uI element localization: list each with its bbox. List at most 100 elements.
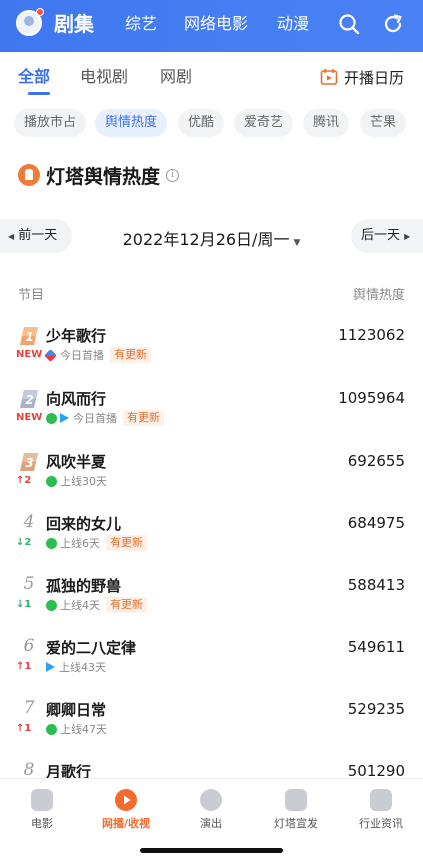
iqiyi-icon	[46, 412, 57, 424]
program-meta: 今日首播 有更新	[46, 410, 164, 426]
bottom-tab-movie[interactable]: 电影	[7, 789, 77, 831]
trend-indicator: NEW	[16, 412, 43, 423]
bottom-tab-label: 电影	[31, 817, 53, 830]
play-triangle-icon	[124, 795, 131, 805]
rank-number: 8	[23, 760, 35, 780]
bottom-tab-performance[interactable]: 演出	[176, 789, 246, 831]
rank-number: 7	[23, 698, 35, 718]
updated-badge: 有更新	[123, 410, 164, 426]
updated-badge: 有更新	[106, 535, 147, 551]
air-status: 上线47天	[60, 723, 107, 736]
trend-indicator: ↑2	[16, 475, 32, 486]
air-status: 上线43天	[59, 661, 106, 674]
air-status: 今日首播	[73, 412, 117, 425]
caret-right-icon: ▶	[404, 232, 411, 241]
program-meta: 上线4天 有更新	[46, 597, 147, 613]
chevron-down-icon: ▼	[293, 238, 301, 248]
chip-mango[interactable]: 芒果	[360, 109, 407, 137]
updated-badge: 有更新	[106, 597, 147, 613]
table-row[interactable]: 4 ↓2 回来的女儿 上线6天 有更新 684975	[0, 512, 423, 576]
air-status: 上线30天	[60, 475, 107, 488]
microphone-icon	[200, 789, 222, 811]
chip-youku[interactable]: 优酷	[178, 109, 225, 137]
heat-value: 1095964	[338, 389, 405, 407]
rank-badge-bronze-icon: 3	[20, 453, 38, 471]
heat-value: 549611	[347, 638, 405, 656]
rank-badge-number: 1	[25, 330, 33, 344]
iqiyi-icon	[46, 723, 57, 735]
program-title: 回来的女儿	[46, 515, 122, 533]
rank-number: 4	[23, 512, 35, 532]
heat-value: 684975	[347, 514, 405, 532]
top-nav-bar: 剧集 综艺 网络电影 动漫	[0, 0, 423, 52]
active-tab-indicator	[28, 92, 50, 95]
play-icon	[115, 789, 137, 811]
bottom-tab-industry-news[interactable]: 行业资讯	[346, 789, 416, 831]
nav-tab-drama[interactable]: 剧集	[54, 10, 94, 38]
trend-indicator: NEW	[16, 349, 43, 360]
chip-iqiyi[interactable]: 爱奇艺	[234, 109, 294, 137]
news-icon	[370, 789, 392, 811]
info-icon[interactable]: i	[166, 168, 180, 182]
tencent-video-icon	[60, 413, 69, 423]
search-icon[interactable]	[337, 12, 361, 36]
table-row[interactable]: 7 ↑1 卿卿日常 上线47天 529235	[0, 698, 423, 762]
youku-icon	[44, 348, 57, 362]
program-title: 风吹半夏	[46, 453, 107, 471]
table-row[interactable]: 6 ↑1 爱的二八定律 上线43天 549611	[0, 636, 423, 700]
tab-tv-drama[interactable]: 电视剧	[80, 66, 128, 88]
release-calendar-button[interactable]: 开播日历	[320, 64, 404, 90]
table-row[interactable]: 3 ↑2 风吹半夏 上线30天 692655	[0, 452, 423, 514]
bottom-tab-label: 演出	[200, 817, 222, 830]
chip-tencent[interactable]: 腾讯	[303, 109, 350, 137]
air-status: 上线6天	[60, 537, 100, 550]
heat-value: 692655	[347, 452, 405, 470]
date-label: 2022年12月26日/周一	[122, 230, 290, 249]
program-meta: 今日首播 有更新	[44, 347, 151, 363]
column-header-program: 节目	[18, 288, 45, 303]
table-row[interactable]: 1 NEW 少年歌行 今日首播 有更新 1123062	[0, 326, 423, 388]
rank-badge-gold-icon: 1	[20, 327, 38, 345]
program-title: 孤独的野兽	[46, 577, 122, 595]
program-title: 卿卿日常	[46, 701, 107, 719]
rank-number: 5	[23, 574, 35, 594]
iqiyi-icon	[46, 537, 57, 549]
heat-value: 529235	[347, 700, 405, 718]
rank-badge-number: 2	[25, 393, 33, 407]
next-day-button[interactable]: 后一天 ▶	[351, 219, 423, 253]
heat-value: 588413	[347, 576, 405, 594]
calendar-icon	[320, 69, 338, 85]
section-header: 灯塔舆情热度 i	[18, 162, 180, 188]
air-status: 今日首播	[60, 349, 104, 362]
table-row[interactable]: 2 NEW 向风而行 今日首播 有更新 1095964	[0, 389, 423, 451]
rank-badge-silver-icon: 2	[20, 390, 38, 408]
chip-sentiment-heat[interactable]: 舆情热度	[95, 109, 168, 137]
iqiyi-icon	[46, 599, 57, 611]
section-title: 灯塔舆情热度	[46, 165, 161, 188]
table-row[interactable]: 5 ↓1 孤独的野兽 上线4天 有更新 588413	[0, 574, 423, 638]
program-meta: 上线30天	[46, 473, 107, 489]
nav-tab-anime[interactable]: 动漫	[277, 10, 309, 38]
iqiyi-icon	[46, 475, 57, 487]
refresh-icon[interactable]	[381, 12, 405, 36]
bottom-tab-lighthouse-promo[interactable]: 灯塔宣发	[261, 789, 331, 831]
program-meta: 上线6天 有更新	[46, 535, 147, 551]
bottom-tab-streaming[interactable]: 网播/收视	[91, 789, 161, 831]
program-title: 少年歌行	[46, 327, 107, 345]
column-header-heat: 舆情热度	[352, 288, 405, 303]
rank-badge-number: 3	[25, 456, 33, 470]
movie-icon	[31, 789, 53, 811]
nav-tab-web-movie[interactable]: 网络电影	[184, 10, 248, 38]
tencent-video-icon	[46, 662, 55, 672]
tab-web-drama[interactable]: 网剧	[160, 66, 192, 88]
trend-indicator: ↓1	[16, 599, 32, 610]
heat-value: 1123062	[338, 326, 405, 344]
lighthouse-logo-icon	[18, 164, 40, 186]
megaphone-icon	[285, 789, 307, 811]
tab-all[interactable]: 全部	[18, 66, 50, 88]
trend-indicator: ↑1	[16, 723, 32, 734]
bottom-tab-label: 灯塔宣发	[274, 817, 318, 830]
chip-play-share[interactable]: 播放市占	[14, 109, 87, 137]
nav-tab-variety[interactable]: 综艺	[125, 10, 157, 38]
notification-dot	[36, 8, 44, 16]
